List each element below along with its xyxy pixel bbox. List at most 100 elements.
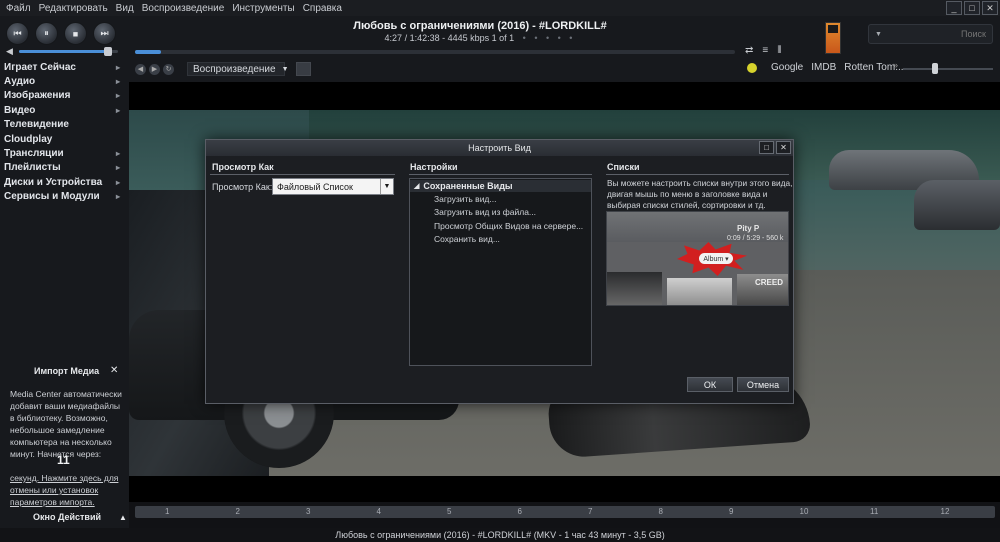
volume-knob[interactable] xyxy=(104,46,113,56)
pause-button[interactable]: ⏸ xyxy=(35,22,58,45)
settings-items: Загрузить вид... Загрузить вид из файла..… xyxy=(410,192,591,246)
settings-item[interactable]: Загрузить вид... xyxy=(410,192,591,206)
volume-row: ◀ xyxy=(6,46,118,56)
chapter-label[interactable]: 10 xyxy=(800,507,809,516)
sidebar-item[interactable]: Видео ▸ xyxy=(0,103,128,117)
sidebar-item[interactable]: Играет Сейчас ▸ xyxy=(0,60,128,74)
chevron-up-icon[interactable]: ▲ xyxy=(119,513,127,522)
cancel-button[interactable]: Отмена xyxy=(737,377,789,392)
stop-button[interactable]: ■ xyxy=(64,22,87,45)
chapter-label[interactable]: 8 xyxy=(659,507,663,516)
menu-tools[interactable]: Инструменты xyxy=(232,3,294,14)
import-settings-link[interactable]: секунд. Нажмите здесь для отмены или уст… xyxy=(10,472,125,508)
sidebar-item[interactable]: Cloudplay xyxy=(0,132,128,146)
shuffle-icon[interactable]: ⇄ xyxy=(745,45,753,56)
import-description: Media Center автоматически добавит ваши … xyxy=(10,389,122,459)
lists-description: Вы можете настроить списки внутри этого … xyxy=(607,178,793,210)
lists-header: Списки xyxy=(607,162,640,172)
sidebar-item[interactable]: Аудио ▸ xyxy=(0,74,128,88)
close-button[interactable]: ✕ xyxy=(982,1,998,15)
previous-button[interactable]: ⏮ xyxy=(6,22,29,45)
sidebar-item[interactable]: Диски и Устройства ▸ xyxy=(0,175,128,189)
chapter-label[interactable]: 12 xyxy=(941,507,950,516)
sidebar-item[interactable]: Сервисы и Модули ▸ xyxy=(0,190,128,204)
chapter-label[interactable]: 9 xyxy=(729,507,733,516)
chevron-right-icon[interactable]: ▸ xyxy=(116,77,120,86)
divider xyxy=(409,174,592,175)
rating-dots[interactable]: • • • • • xyxy=(523,33,576,43)
view-options-button[interactable] xyxy=(296,62,311,76)
status-dot-icon[interactable] xyxy=(747,62,757,73)
album-art-thumbnail[interactable] xyxy=(825,22,841,54)
columns-icon[interactable]: ⦀ xyxy=(777,45,781,56)
view-as-select[interactable]: Файловый Список ▼ xyxy=(272,178,394,195)
search-dropdown-icon[interactable]: ▼ xyxy=(875,31,882,38)
next-button[interactable]: ⏭ xyxy=(93,22,116,45)
back-icon[interactable]: ◀ xyxy=(135,63,146,75)
chevron-right-icon[interactable]: ▸ xyxy=(116,149,120,158)
chapter-label[interactable]: 5 xyxy=(447,507,451,516)
preview-album-pill: Album ▾ xyxy=(699,253,733,264)
chevron-right-icon[interactable]: ▸ xyxy=(116,91,120,100)
import-media-panel: Импорт Медиа ✕ Media Center автоматическ… xyxy=(0,362,128,507)
sidebar-item[interactable]: Трансляции ▸ xyxy=(0,146,128,160)
settings-item[interactable]: Просмотр Общих Видов на сервере... xyxy=(410,219,591,233)
zoom-slider[interactable]: » xyxy=(893,60,993,74)
chapter-timeline[interactable]: 1 2 3 4 5 6 7 8 9 10 11 12 xyxy=(129,502,1000,528)
menu-file[interactable]: Файл xyxy=(6,3,31,14)
sidebar-item[interactable]: Изображения ▸ xyxy=(0,89,128,103)
settings-item[interactable]: Загрузить вид из файла... xyxy=(410,206,591,220)
settings-item[interactable]: Сохранить вид... xyxy=(410,233,591,247)
list-icon[interactable]: ≡ xyxy=(762,45,768,56)
search-input[interactable] xyxy=(881,29,986,39)
chevron-right-icon[interactable]: ▸ xyxy=(116,106,120,115)
refresh-icon[interactable]: ↻ xyxy=(163,63,174,75)
chapter-label[interactable]: 4 xyxy=(377,507,381,516)
chevron-right-icon[interactable]: ▸ xyxy=(116,163,120,172)
playback-dropdown[interactable]: Воспроизведение ▼ xyxy=(187,62,289,76)
chevron-right-icon[interactable]: ▸ xyxy=(116,192,120,201)
forward-icon[interactable]: ▶ xyxy=(149,63,160,75)
menu-view[interactable]: Вид xyxy=(116,3,134,14)
web-links: Google IMDB Rotten Tom... xyxy=(747,62,904,73)
expand-icon[interactable]: ◢ xyxy=(414,182,419,190)
import-panel-title: Импорт Медиа xyxy=(34,366,100,376)
link-google[interactable]: Google xyxy=(771,62,803,73)
dialog-titlebar[interactable]: Настроить Вид □ ✕ xyxy=(206,140,793,156)
speaker-icon[interactable]: ◀ xyxy=(6,46,13,57)
sidebar-item-label: Трансляции xyxy=(4,148,64,160)
chapter-label[interactable]: 7 xyxy=(588,507,592,516)
window-controls: _ □ ✕ xyxy=(946,1,998,15)
chevron-down-icon[interactable]: ▼ xyxy=(380,179,393,194)
sidebar-item-label: Играет Сейчас xyxy=(4,61,76,73)
search-box[interactable]: ▼ xyxy=(868,24,993,44)
menu-playback[interactable]: Воспроизведение xyxy=(142,3,225,14)
sidebar-item-label: Диски и Устройства xyxy=(4,176,103,188)
chapter-label[interactable]: 2 xyxy=(236,507,240,516)
seek-bar[interactable] xyxy=(135,50,735,54)
volume-slider[interactable] xyxy=(18,46,118,56)
chevron-right-icon[interactable]: ▸ xyxy=(116,178,120,187)
menu-edit[interactable]: Редактировать xyxy=(39,3,108,14)
dialog-maximize-button[interactable]: □ xyxy=(759,141,774,154)
minimize-button[interactable]: _ xyxy=(946,1,962,15)
chapter-label[interactable]: 11 xyxy=(870,507,878,516)
timeline-track[interactable] xyxy=(135,506,995,518)
close-icon[interactable]: ✕ xyxy=(110,365,118,376)
link-imdb[interactable]: IMDB xyxy=(811,62,836,73)
action-window-header[interactable]: Окно Действий ▲ xyxy=(0,509,128,525)
sidebar-item[interactable]: Телевидение xyxy=(0,118,128,132)
chapter-label[interactable]: 1 xyxy=(165,507,169,516)
chevron-right-icon[interactable]: ▸ xyxy=(116,63,120,72)
chapter-label[interactable]: 6 xyxy=(518,507,522,516)
settings-list: ◢ Сохраненные Виды Загрузить вид... Загру… xyxy=(409,178,592,366)
maximize-button[interactable]: □ xyxy=(964,1,980,15)
view-as-header: Просмотр Как xyxy=(212,162,274,172)
sidebar-item[interactable]: Плейлисты ▸ xyxy=(0,161,128,175)
chapter-label[interactable]: 3 xyxy=(306,507,310,516)
ok-button[interactable]: ОК xyxy=(687,377,733,392)
saved-views-group[interactable]: ◢ Сохраненные Виды xyxy=(410,180,591,192)
menu-help[interactable]: Справка xyxy=(303,3,342,14)
zoom-knob[interactable] xyxy=(931,63,938,74)
dialog-close-button[interactable]: ✕ xyxy=(776,141,791,154)
